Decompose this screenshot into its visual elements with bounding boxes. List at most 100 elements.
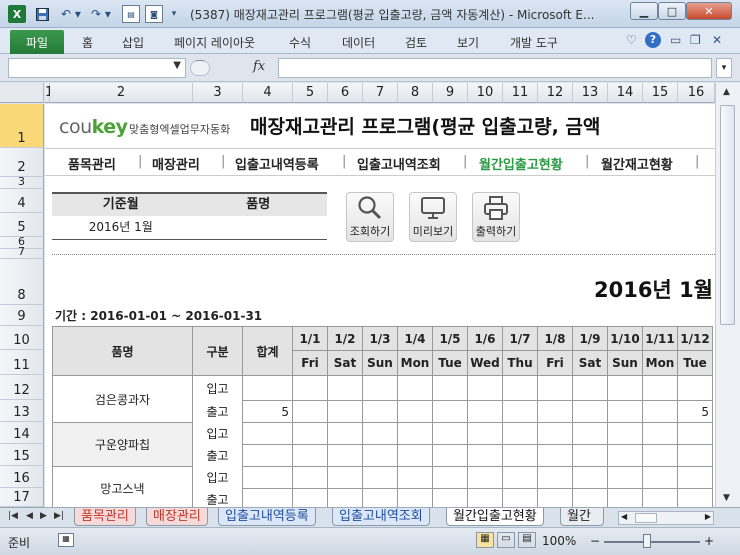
month-field[interactable]: 2016년 1월 <box>52 216 190 239</box>
row-header[interactable]: 16 <box>0 466 44 488</box>
tab-review[interactable]: 검토 <box>405 34 427 51</box>
function-icon[interactable]: fx <box>253 59 265 74</box>
sheet-tab-monthly-stock[interactable]: 월간 <box>560 508 604 526</box>
tab-insert[interactable]: 삽입 <box>122 34 144 51</box>
preview-button[interactable]: 미리보기 <box>409 192 457 242</box>
page-break-view-icon[interactable]: ▤ <box>518 532 536 548</box>
vertical-scroll-thumb[interactable] <box>720 105 735 325</box>
zoom-slider-thumb[interactable] <box>643 534 651 548</box>
scroll-down-icon[interactable]: ▼ <box>723 493 730 503</box>
sheet-tab-monthly-io[interactable]: 월간입출고현황 <box>446 508 544 526</box>
zoom-level[interactable]: 100% <box>542 534 576 548</box>
column-header[interactable]: 7 <box>363 83 398 103</box>
tab-file[interactable]: 파일 <box>10 30 64 54</box>
save-icon[interactable] <box>34 5 50 23</box>
close-button[interactable]: ✕ <box>686 2 732 20</box>
page-layout-view-icon[interactable]: ▭ <box>497 532 515 548</box>
tab-data[interactable]: 데이터 <box>342 34 375 51</box>
customize-qat-icon[interactable]: ▾ <box>168 5 180 23</box>
row-header[interactable]: 4 <box>0 189 44 213</box>
tab-formulas[interactable]: 수식 <box>289 34 311 51</box>
search-button[interactable]: 조회하기 <box>346 192 394 242</box>
column-header[interactable]: 2 <box>50 83 193 103</box>
row-header[interactable]: 17 <box>0 488 44 507</box>
vertical-scrollbar[interactable]: ▲ ▼ <box>715 83 740 507</box>
formula-input[interactable] <box>278 58 712 78</box>
column-header[interactable]: 14 <box>608 83 643 103</box>
sheet-tab-io-register[interactable]: 입출고내역등록 <box>218 508 316 526</box>
tab-page-layout[interactable]: 페이지 레이아웃 <box>174 34 255 51</box>
zoom-slider[interactable] <box>604 541 700 543</box>
nav-item-monthly-io[interactable]: 월간입출고현황 <box>479 154 563 173</box>
formula-bar-expand-icon[interactable]: ▾ <box>716 58 732 78</box>
chevron-down-icon[interactable]: ▼ <box>173 60 181 71</box>
row-header[interactable]: 14 <box>0 422 44 444</box>
column-header[interactable]: 16 <box>678 83 715 103</box>
nav-item-io-search[interactable]: 입출고내역조회 <box>357 154 441 173</box>
row-header[interactable]: 1 <box>0 104 44 148</box>
column-header[interactable]: 11 <box>503 83 538 103</box>
macro-record-icon[interactable]: ▦ <box>58 533 74 547</box>
row-header[interactable]: 8 <box>0 259 44 305</box>
scroll-up-icon[interactable]: ▲ <box>723 87 730 97</box>
item-field[interactable] <box>190 216 328 239</box>
column-header[interactable]: 4 <box>243 83 293 103</box>
row-header[interactable]: 2 <box>0 148 44 177</box>
row-header[interactable]: 3 <box>0 176 44 189</box>
print-button[interactable]: 출력하기 <box>472 192 520 242</box>
next-sheet-icon[interactable]: ▶ <box>40 511 47 521</box>
zoom-out-button[interactable]: − <box>590 534 600 548</box>
row-header[interactable]: 9 <box>0 305 44 326</box>
row-header[interactable]: 5 <box>0 213 44 237</box>
undo-icon[interactable]: ↶ ▾ <box>58 5 84 23</box>
scroll-left-icon[interactable]: ◀ <box>621 512 627 521</box>
camera-icon[interactable]: ◙ <box>145 5 163 23</box>
form-icon[interactable]: ▤ <box>122 5 140 23</box>
column-header[interactable]: 9 <box>433 83 468 103</box>
column-header[interactable]: 15 <box>643 83 678 103</box>
sheet-tab-products[interactable]: 품목관리 <box>74 508 136 526</box>
row-header[interactable]: 10 <box>0 326 44 350</box>
formula-expand-handle[interactable]: ⁀ <box>190 60 210 76</box>
column-header[interactable]: 8 <box>398 83 433 103</box>
column-header[interactable]: 13 <box>573 83 608 103</box>
tab-home[interactable]: 홈 <box>82 34 93 51</box>
maximize-button[interactable]: □ <box>658 2 686 20</box>
nav-item-io-register[interactable]: 입출고내역등록 <box>235 154 319 173</box>
workbook-close-icon[interactable]: ✕ <box>712 33 722 47</box>
tab-view[interactable]: 보기 <box>457 34 479 51</box>
normal-view-icon[interactable]: ▦ <box>476 532 494 548</box>
nav-item-stores[interactable]: 매장관리 <box>152 154 200 173</box>
prev-sheet-icon[interactable]: ◀ <box>26 511 33 521</box>
row-header[interactable]: 11 <box>0 350 44 375</box>
select-all-corner[interactable] <box>0 83 44 103</box>
workbook-restore-icon[interactable]: ❐ <box>690 33 701 47</box>
column-header[interactable]: 5 <box>293 83 328 103</box>
first-sheet-icon[interactable]: |◀ <box>8 511 18 521</box>
sheet-tab-stores[interactable]: 매장관리 <box>146 508 208 526</box>
last-sheet-icon[interactable]: ▶| <box>54 511 64 521</box>
scroll-right-icon[interactable]: ▶ <box>705 512 711 521</box>
workbook-minimize-icon[interactable]: ▭ <box>670 33 681 47</box>
horizontal-scrollbar[interactable]: ◀ ▶ <box>618 511 714 525</box>
column-header[interactable]: 10 <box>468 83 503 103</box>
row-header[interactable]: 12 <box>0 375 44 400</box>
help-icon[interactable]: ? <box>645 32 661 48</box>
nav-item-products[interactable]: 품목관리 <box>68 154 116 173</box>
redo-icon[interactable]: ↷ ▾ <box>88 5 114 23</box>
excel-app-icon[interactable]: X <box>8 5 26 23</box>
row-header[interactable]: 7 <box>0 246 44 259</box>
sheet-tab-io-search[interactable]: 입출고내역조회 <box>332 508 430 526</box>
horizontal-scroll-thumb[interactable] <box>635 513 657 523</box>
column-header[interactable]: 12 <box>538 83 573 103</box>
zoom-in-button[interactable]: + <box>704 534 714 548</box>
column-header[interactable]: 3 <box>193 83 243 103</box>
nav-item-monthly-stock[interactable]: 월간재고현황 <box>601 154 673 173</box>
column-header[interactable]: 6 <box>328 83 363 103</box>
row-header[interactable]: 13 <box>0 400 44 422</box>
name-box[interactable]: ▼ <box>8 58 186 78</box>
tab-developer[interactable]: 개발 도구 <box>510 34 558 51</box>
row-header[interactable]: 15 <box>0 444 44 466</box>
ribbon-collapse-icon[interactable]: ♡ <box>626 33 637 47</box>
minimize-button[interactable]: ▁ <box>630 2 658 20</box>
